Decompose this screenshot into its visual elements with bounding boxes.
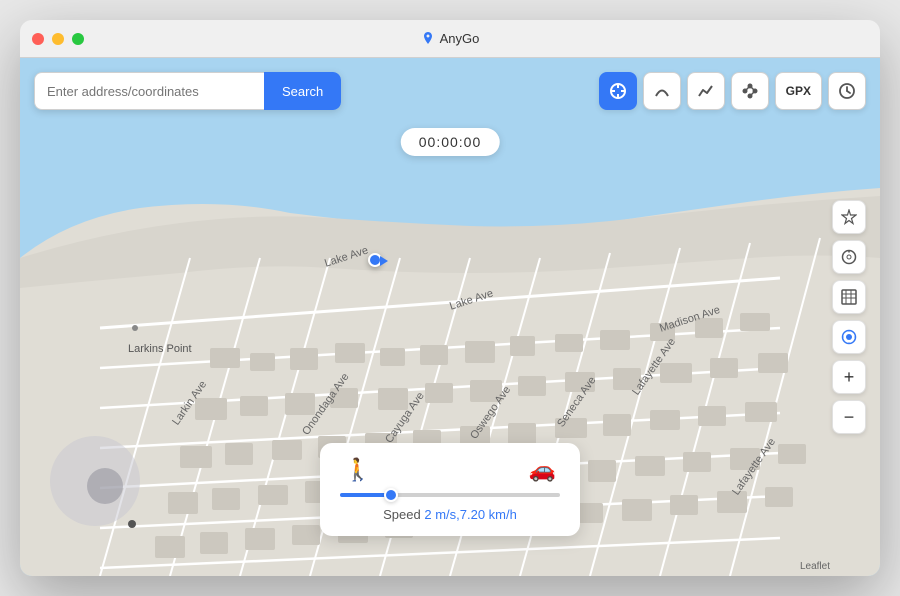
mapview-button[interactable] [832,280,866,314]
my-location-button[interactable] [832,320,866,354]
compass-button[interactable] [832,240,866,274]
search-input[interactable] [34,72,264,110]
clock-icon [838,82,856,100]
maximize-button[interactable] [72,33,84,45]
app-window: AnyGo [20,20,880,576]
route-icon [697,82,715,100]
leaflet-attribution: Leaflet [800,561,830,572]
zoom-in-button[interactable]: + [832,360,866,394]
toolbar: Search [34,72,866,110]
titlebar: AnyGo [20,20,880,58]
crosshair-tool-button[interactable] [599,72,637,110]
app-title: AnyGo [421,31,480,46]
curve-icon [653,82,671,100]
compass-icon [841,249,857,265]
gpx-button[interactable]: GPX [775,72,822,110]
multi-tool-button[interactable] [731,72,769,110]
close-button[interactable] [32,33,44,45]
tool-group: GPX [599,72,866,110]
location-icon [841,329,857,345]
speed-value: 2 m/s,7.20 km/h [424,507,516,522]
search-group: Search [34,72,341,110]
right-controls: + − [832,200,866,434]
speed-text: Speed 2 m/s,7.20 km/h [340,507,560,522]
zoom-out-button[interactable]: − [832,400,866,434]
history-button[interactable] [828,72,866,110]
location-dot-inner [368,253,382,267]
speed-slider[interactable] [340,493,560,497]
minimize-button[interactable] [52,33,64,45]
crosshair-icon [609,82,627,100]
speed-panel: 🚶 🚗 Speed 2 m/s,7.20 km/h [320,443,580,536]
speed-slider-container[interactable] [340,493,560,497]
traffic-lights [32,33,84,45]
joystick[interactable] [50,436,140,526]
map-icon [841,289,857,305]
joystick-inner [87,468,123,504]
curve-tool-button[interactable] [643,72,681,110]
favorite-button[interactable] [832,200,866,234]
point-label-larkins: Larkins Point [128,343,192,355]
multi-icon [741,82,759,100]
map-container[interactable]: Lake Ave Lake Ave Madison Ave Lafayette … [20,58,880,576]
route-tool-button[interactable] [687,72,725,110]
search-button[interactable]: Search [264,72,341,110]
car-icon: 🚗 [529,457,556,483]
star-icon [841,209,857,225]
walk-icon: 🚶 [344,457,371,483]
location-pin-icon [421,32,435,46]
joystick-dot [128,520,136,528]
location-dot [368,253,388,273]
timer-badge: 00:00:00 [401,128,500,156]
speed-slider-thumb[interactable] [384,488,398,502]
speed-icons-row: 🚶 🚗 [340,457,560,483]
